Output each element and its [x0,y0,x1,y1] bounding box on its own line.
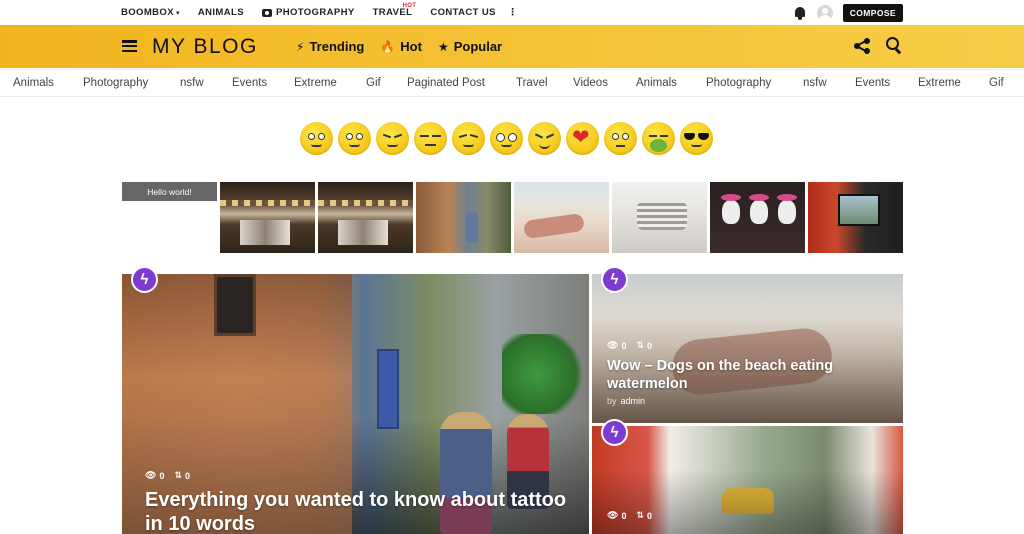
top-nav-label: ANIMALS [197,7,244,18]
category-link[interactable]: Videos [573,77,608,89]
author-link[interactable]: admin [621,396,646,406]
view-count: 0 [159,470,165,481]
trending-badge-icon: ϟ [131,266,158,293]
category-link[interactable]: Gif [366,77,381,89]
thumbnail-cafe[interactable] [318,182,413,253]
category-link[interactable]: Travel [516,77,548,89]
top-nav: BOOMBOX ▾ ANIMALS PHOTOGRAPHY TRAVEL HOT… [121,0,536,25]
thumbnail-bedroom[interactable] [612,182,707,253]
share-icon[interactable] [854,37,870,54]
view-count: 0 [621,340,627,351]
category-link[interactable]: Photography [706,77,771,89]
top-right-actions: COMPOSE [793,4,903,22]
vote-arrows-icon: ⇅ [636,510,644,520]
category-strip: Animals Photography nsfw Events Extreme … [0,69,1024,97]
category-link[interactable]: Events [232,77,267,89]
top-nav-animals[interactable]: ANIMALS [198,7,244,18]
thumbnail-beach[interactable] [514,182,609,253]
main-nav: ⚡ Trending 🔥 Hot ★ Popular [296,39,502,54]
post-card[interactable]: 👁 0 ⇅ 0 [592,426,903,534]
vote-arrows-icon: ⇅ [636,340,644,350]
squint-reaction-icon[interactable] [376,122,409,155]
expressionless-reaction-icon[interactable] [414,122,447,155]
nav-popular[interactable]: ★ Popular [438,39,502,54]
search-icon[interactable] [886,37,903,54]
category-link[interactable]: Events [855,77,890,89]
post-stats: 👁 0 ⇅ 0 [607,340,652,351]
nerd-reaction-icon[interactable] [490,122,523,155]
vote-count: 0 [647,340,653,351]
post-stats: 👁 0 ⇅ 0 [607,510,652,521]
category-link[interactable]: nsfw [180,77,204,89]
category-link[interactable]: Extreme [918,77,961,89]
eye-icon: 👁 [607,510,619,520]
trending-badge-icon: ϟ [601,266,628,293]
sick-reaction-icon[interactable] [642,122,675,155]
category-link[interactable]: Animals [636,77,677,89]
site-logo[interactable]: MY BLOG [152,35,258,59]
top-nav-contact-us[interactable]: CONTACT US [430,7,496,18]
eye-icon: 👁 [607,340,619,350]
nav-label: Popular [453,39,503,54]
nav-label: Hot [400,39,422,54]
top-nav-photography[interactable]: PHOTOGRAPHY [261,7,355,18]
vote-arrows-icon: ⇅ [174,470,182,480]
post-card[interactable]: 👁 0 ⇅ 0 Wow – Dogs on the beach eating wat… [592,274,903,423]
view-count: 0 [621,510,627,521]
hot-badge: HOT [402,3,417,9]
fire-icon: 🔥 [380,39,396,54]
thumbnail-game-screen[interactable] [808,182,903,253]
category-link[interactable]: Animals [13,77,54,89]
hamburger-menu-icon[interactable] [122,40,137,53]
category-link[interactable]: Gif [989,77,1004,89]
avatar[interactable] [816,5,833,21]
hello-world-thumb[interactable]: Hello world! [122,182,217,201]
more-menu-icon[interactable]: ⋮ [508,8,518,18]
post-byline: by admin [607,396,645,406]
main-header: MY BLOG ⚡ Trending 🔥 Hot ★ Popular [0,25,1024,68]
lightning-icon: ⚡ [296,39,305,54]
header-actions [854,37,903,54]
star-icon: ★ [437,39,449,54]
bell-icon[interactable] [793,6,807,20]
reaction-bar [300,122,713,155]
vote-count: 0 [647,510,653,521]
top-bar: BOOMBOX ▾ ANIMALS PHOTOGRAPHY TRAVEL HOT… [0,0,1024,25]
top-nav-boombox[interactable]: BOOMBOX ▾ [121,7,180,18]
category-link[interactable]: Paginated Post [407,77,485,89]
compose-button[interactable]: COMPOSE [842,4,903,22]
top-nav-label: PHOTOGRAPHY [275,7,355,18]
by-label: by [607,396,617,406]
top-nav-label: CONTACT US [430,7,496,18]
top-nav-label: BOOMBOX [121,7,174,18]
confused-reaction-icon[interactable] [604,122,637,155]
chevron-down-icon: ▾ [175,9,180,17]
thumbnail-cafe[interactable] [220,182,315,253]
thumbnail-skull-makeup[interactable] [710,182,805,253]
crying-laugh-reaction-icon[interactable] [338,122,371,155]
dizzy-reaction-icon[interactable] [300,122,333,155]
post-card-large[interactable]: 👁 0 ⇅ 0 Everything you wanted to know abou… [122,274,589,534]
cool-reaction-icon[interactable] [680,122,713,155]
love-reaction-icon[interactable] [566,122,599,155]
category-link[interactable]: Extreme [294,77,337,89]
post-title[interactable]: Wow – Dogs on the beach eating watermelo… [607,357,897,393]
wink-tongue-reaction-icon[interactable] [452,122,485,155]
featured-thumbnails: Hello world! [122,182,903,253]
laughing-reaction-icon[interactable] [528,122,561,155]
trending-badge-icon: ϟ [601,419,628,446]
post-stats: 👁 0 ⇅ 0 [145,470,190,481]
camera-icon [261,8,272,17]
post-title[interactable]: Everything you wanted to know about tatt… [145,488,575,534]
nav-trending[interactable]: ⚡ Trending [296,39,364,54]
nav-label: Trending [309,39,365,54]
category-link[interactable]: Photography [83,77,148,89]
top-nav-travel[interactable]: TRAVEL HOT [373,3,416,18]
thumbnail-alley[interactable] [416,182,511,253]
vote-count: 0 [185,470,191,481]
nav-hot[interactable]: 🔥 Hot [380,39,422,54]
eye-icon: 👁 [145,470,157,480]
category-link[interactable]: nsfw [803,77,827,89]
